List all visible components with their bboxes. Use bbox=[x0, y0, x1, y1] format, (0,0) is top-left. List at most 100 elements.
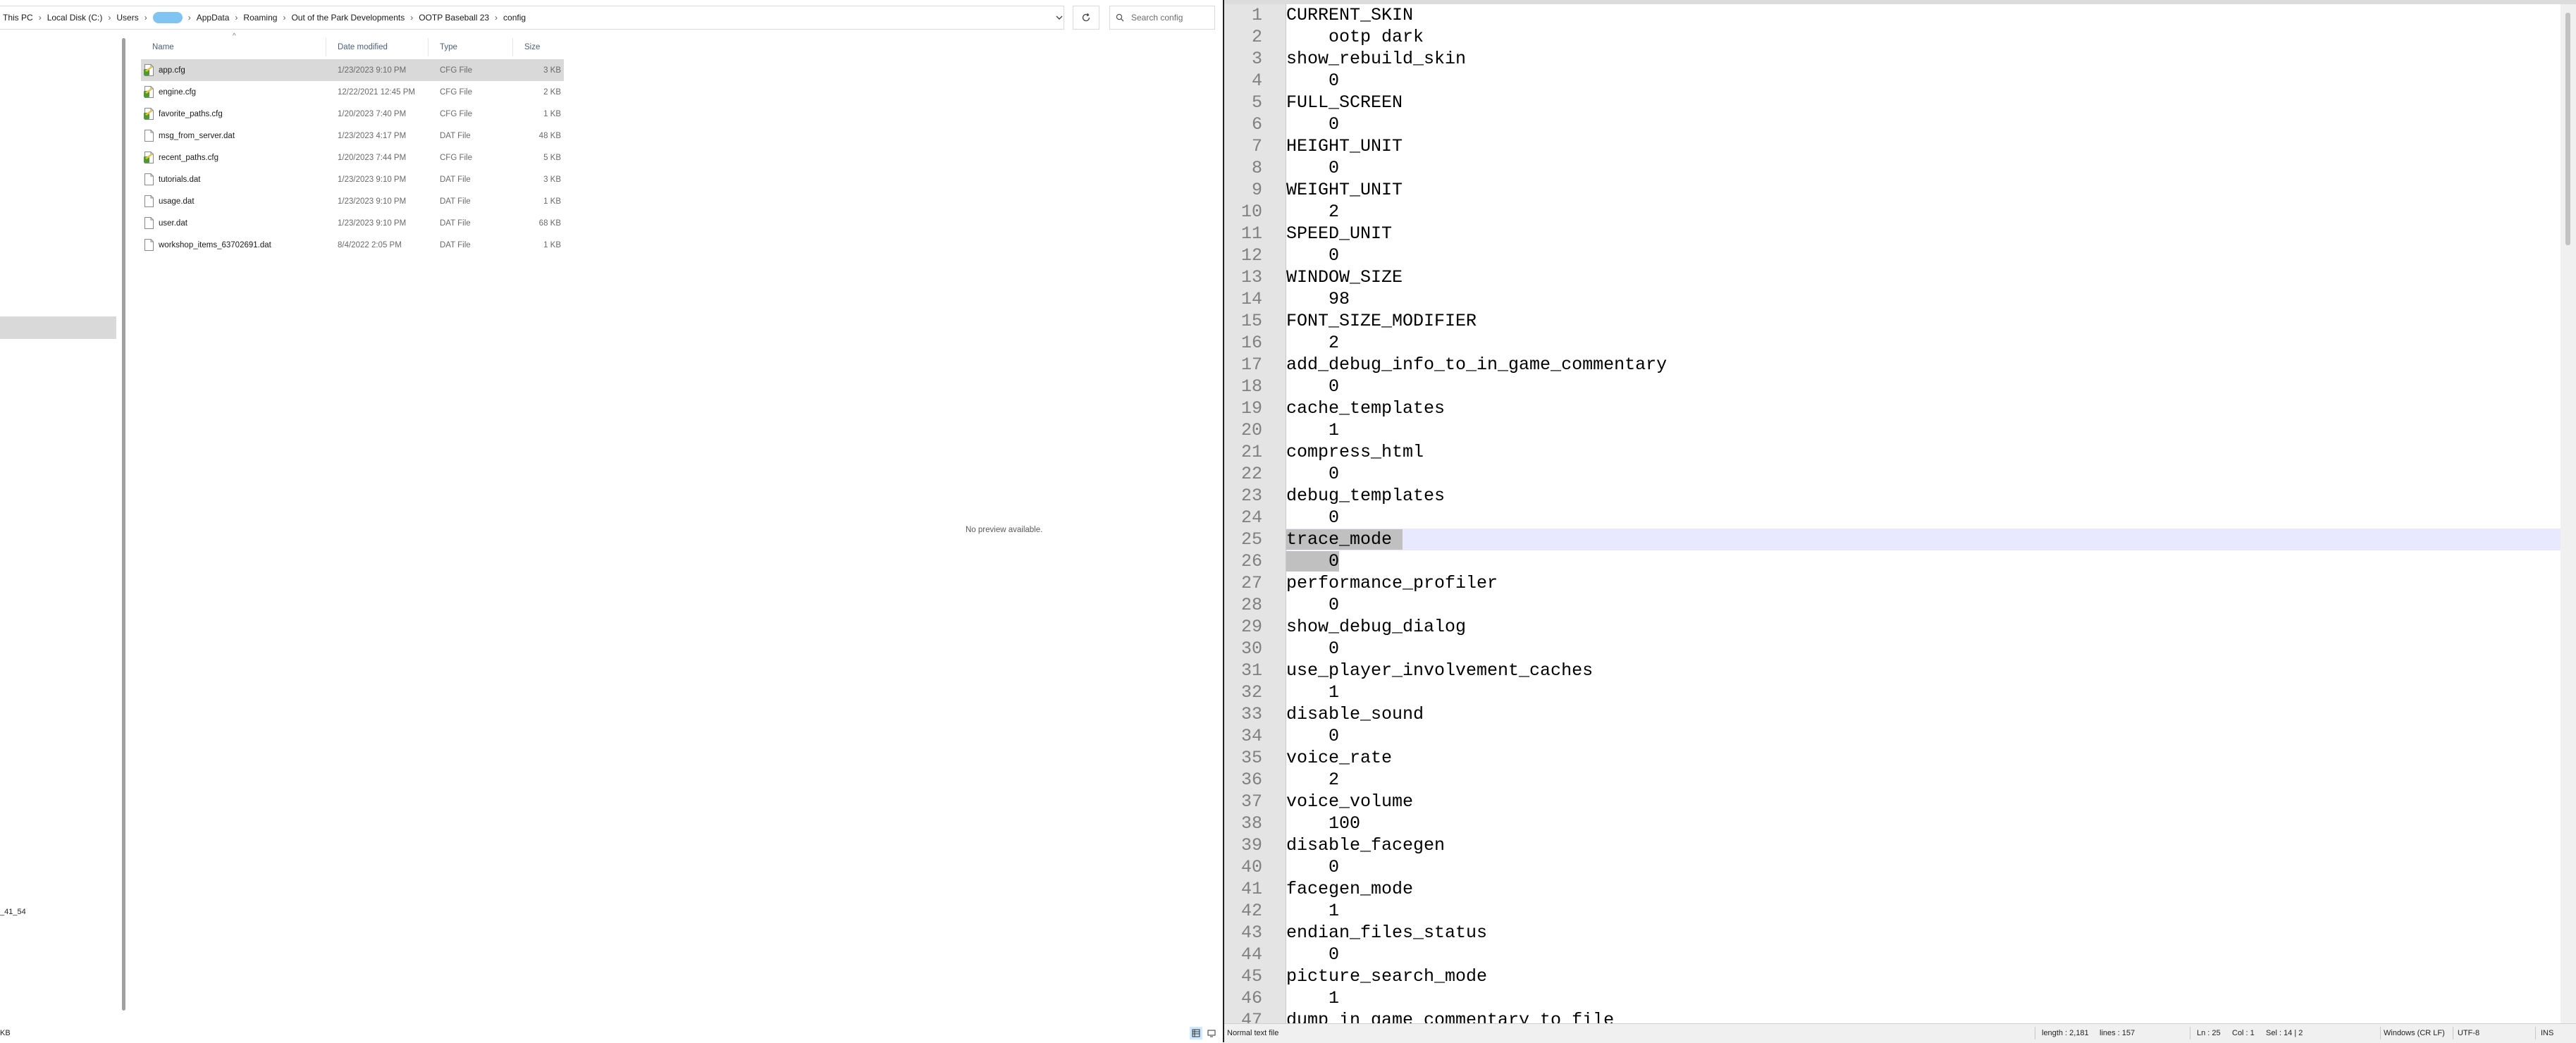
editor-vertical-scrollbar[interactable] bbox=[2560, 4, 2576, 1023]
breadcrumb-item[interactable]: AppData bbox=[194, 13, 233, 23]
file-row[interactable]: tutorials.dat 1/23/2023 9:10 PM DAT File 3 … bbox=[141, 168, 564, 190]
file-name-cell[interactable]: engine.cfg bbox=[141, 86, 326, 98]
text-line[interactable]: HEIGHT_UNIT bbox=[1286, 135, 2560, 157]
text-line[interactable]: WINDOW_SIZE bbox=[1286, 266, 2560, 288]
file-name-cell[interactable]: msg_from_server.dat bbox=[141, 130, 326, 142]
text-line[interactable]: picture_search_mode bbox=[1286, 965, 2560, 987]
text-line[interactable]: 0 bbox=[1286, 507, 2560, 529]
text-line[interactable]: endian_files_status bbox=[1286, 922, 2560, 944]
text-line[interactable]: 0 bbox=[1286, 463, 2560, 485]
text-line[interactable]: 2 bbox=[1286, 201, 2560, 223]
text-line[interactable]: FONT_SIZE_MODIFIER bbox=[1286, 310, 2560, 332]
breadcrumb-chevron-icon[interactable]: › bbox=[280, 13, 288, 23]
text-line[interactable]: 0 bbox=[1286, 550, 2560, 572]
text-line[interactable]: performance_profiler bbox=[1286, 572, 2560, 594]
text-line[interactable]: disable_sound bbox=[1286, 703, 2560, 725]
file-name-cell[interactable]: user.dat bbox=[141, 217, 326, 229]
text-line[interactable]: 1 bbox=[1286, 419, 2560, 441]
text-line[interactable]: 0 bbox=[1286, 856, 2560, 878]
text-line[interactable]: 0 bbox=[1286, 157, 2560, 179]
file-row[interactable]: engine.cfg 12/22/2021 12:45 PM CFG File 2 K… bbox=[141, 81, 564, 103]
status-insert-mode[interactable]: INS bbox=[2541, 1029, 2553, 1037]
breadcrumb-item[interactable]: Out of the Park Developments bbox=[288, 13, 407, 23]
text-line[interactable]: cache_templates bbox=[1286, 397, 2560, 419]
scrollbar-thumb[interactable] bbox=[2565, 13, 2570, 245]
text-line[interactable]: facegen_mode bbox=[1286, 878, 2560, 900]
text-line[interactable]: 0 bbox=[1286, 638, 2560, 660]
address-bar[interactable]: This PC › Local Disk (C:) › Users › › AppData › R… bbox=[0, 6, 1064, 30]
text-line[interactable]: 1 bbox=[1286, 900, 2560, 922]
text-line[interactable]: 0 bbox=[1286, 70, 2560, 92]
file-name-cell[interactable]: recent_paths.cfg bbox=[141, 152, 326, 163]
text-line[interactable]: SPEED_UNIT bbox=[1286, 223, 2560, 245]
text-line[interactable]: 1 bbox=[1286, 987, 2560, 1009]
text-line[interactable]: 100 bbox=[1286, 813, 2560, 834]
text-line[interactable]: trace_mode bbox=[1286, 529, 2560, 550]
column-header-date[interactable]: Date modified bbox=[326, 38, 429, 56]
text-line[interactable]: 2 bbox=[1286, 332, 2560, 354]
text-line[interactable]: CURRENT_SKIN bbox=[1286, 4, 2560, 26]
text-line[interactable]: FULL_SCREEN bbox=[1286, 92, 2560, 113]
text-line[interactable]: disable_facegen bbox=[1286, 834, 2560, 856]
file-name-cell[interactable]: usage.dat bbox=[141, 195, 326, 207]
breadcrumb-item[interactable]: config bbox=[500, 13, 529, 23]
breadcrumb-chevron-icon[interactable]: › bbox=[232, 13, 240, 23]
details-view-button[interactable] bbox=[1190, 1027, 1202, 1039]
text-line[interactable]: 1 bbox=[1286, 681, 2560, 703]
text-line[interactable]: voice_volume bbox=[1286, 791, 2560, 813]
breadcrumb-item[interactable]: Users bbox=[113, 13, 141, 23]
breadcrumb-chevron-icon[interactable]: › bbox=[492, 13, 500, 23]
file-name-cell[interactable]: tutorials.dat bbox=[141, 173, 326, 185]
file-name-cell[interactable]: workshop_items_63702691.dat bbox=[141, 239, 326, 251]
search-box[interactable]: Search config bbox=[1109, 6, 1215, 30]
text-line[interactable]: show_debug_dialog bbox=[1286, 616, 2560, 638]
nav-selected-item[interactable] bbox=[0, 316, 116, 339]
breadcrumb-chevron-icon[interactable]: › bbox=[407, 13, 416, 23]
text-line[interactable]: dump_in_game_commentary_to_file bbox=[1286, 1009, 2560, 1023]
file-row[interactable]: user.dat 1/23/2023 9:10 PM DAT File 68 KB bbox=[141, 212, 564, 234]
navigation-scrollbar[interactable] bbox=[121, 31, 127, 1025]
file-row[interactable]: recent_paths.cfg 1/20/2023 7:44 PM CFG Fil… bbox=[141, 147, 564, 168]
breadcrumb-chevron-icon[interactable]: › bbox=[185, 13, 194, 23]
breadcrumb-chevron-icon[interactable]: › bbox=[142, 13, 150, 23]
file-name-cell[interactable]: favorite_paths.cfg bbox=[141, 108, 326, 120]
address-history-dropdown[interactable] bbox=[1046, 6, 1073, 30]
text-line[interactable]: show_rebuild_skin bbox=[1286, 48, 2560, 70]
file-row[interactable]: app.cfg 1/23/2023 9:10 PM CFG File 3 KB bbox=[141, 59, 564, 81]
nav-item-label[interactable]: _41_54 bbox=[0, 908, 26, 916]
breadcrumb-item[interactable]: This PC bbox=[0, 13, 36, 23]
breadcrumb-chevron-icon[interactable]: › bbox=[36, 13, 44, 23]
file-row[interactable]: favorite_paths.cfg 1/20/2023 7:40 PM CFG F… bbox=[141, 103, 564, 125]
file-name-cell[interactable]: app.cfg bbox=[141, 64, 326, 76]
text-line[interactable]: 0 bbox=[1286, 376, 2560, 397]
status-eol[interactable]: Windows (CR LF) bbox=[2384, 1029, 2445, 1037]
breadcrumb-redacted-username[interactable] bbox=[152, 12, 183, 23]
text-line[interactable]: 0 bbox=[1286, 725, 2560, 747]
text-line[interactable]: use_player_involvement_caches bbox=[1286, 660, 2560, 681]
column-header-size[interactable]: Size bbox=[513, 38, 564, 56]
file-row[interactable]: usage.dat 1/23/2023 9:10 PM DAT File 1 KB bbox=[141, 190, 564, 212]
breadcrumb-chevron-icon[interactable]: › bbox=[105, 13, 113, 23]
text-line[interactable]: 0 bbox=[1286, 944, 2560, 965]
column-header-type[interactable]: Type bbox=[429, 38, 513, 56]
file-row[interactable]: msg_from_server.dat 1/23/2023 4:17 PM DAT … bbox=[141, 125, 564, 147]
text-line[interactable]: voice_rate bbox=[1286, 747, 2560, 769]
file-row[interactable]: workshop_items_63702691.dat 8/4/2022 2:05… bbox=[141, 234, 564, 256]
breadcrumb-item[interactable]: OOTP Baseball 23 bbox=[416, 13, 492, 23]
text-line[interactable]: ootp dark bbox=[1286, 26, 2560, 48]
breadcrumb-item[interactable]: Roaming bbox=[240, 13, 280, 23]
text-line[interactable]: debug_templates bbox=[1286, 485, 2560, 507]
column-header-name[interactable]: Name bbox=[141, 38, 326, 56]
text-line[interactable]: add_debug_info_to_in_game_commentary bbox=[1286, 354, 2560, 376]
scrollbar-thumb[interactable] bbox=[122, 38, 125, 1011]
large-icons-view-button[interactable] bbox=[1205, 1027, 1218, 1039]
text-line[interactable]: 0 bbox=[1286, 113, 2560, 135]
text-editor[interactable]: CURRENT_SKIN ootp dark show_rebuild_skin … bbox=[1286, 4, 2560, 1023]
refresh-button[interactable] bbox=[1073, 6, 1099, 30]
text-line[interactable]: compress_html bbox=[1286, 441, 2560, 463]
breadcrumb-item[interactable]: Local Disk (C:) bbox=[44, 13, 106, 23]
text-line[interactable]: 2 bbox=[1286, 769, 2560, 791]
text-line[interactable]: 0 bbox=[1286, 245, 2560, 266]
text-line[interactable]: WEIGHT_UNIT bbox=[1286, 179, 2560, 201]
text-line[interactable]: 98 bbox=[1286, 288, 2560, 310]
